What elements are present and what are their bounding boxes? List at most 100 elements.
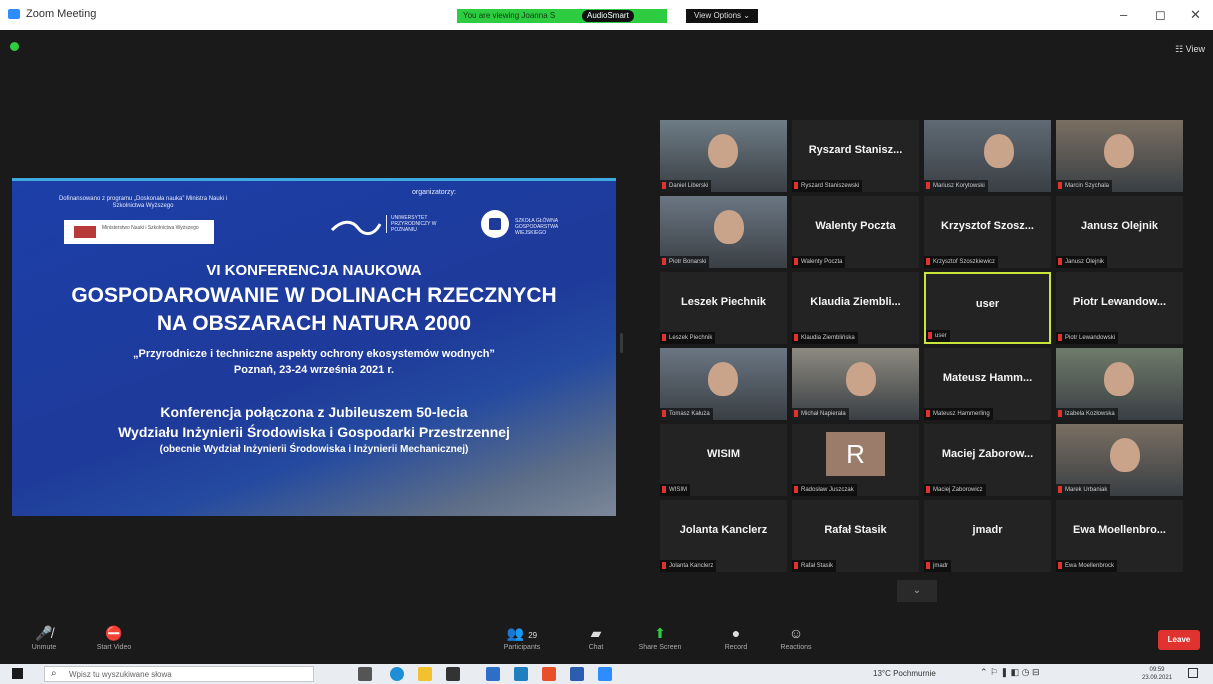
- participant-display-name: Ryszard Stanisz...: [808, 144, 903, 156]
- minimize-button[interactable]: –: [1120, 7, 1127, 22]
- search-placeholder: Wpisz tu wyszukiwane słowa: [69, 670, 172, 679]
- participant-name-label: Piotr Lewandowski: [1056, 332, 1119, 344]
- mic-muted-icon: [926, 181, 930, 189]
- unmute-label: Unmute: [31, 644, 57, 651]
- meeting-area: ☷ View Dofinansowano z programu „Doskona…: [0, 30, 1213, 620]
- store-icon[interactable]: [446, 667, 460, 681]
- participant-tile[interactable]: Klaudia Ziembli... Klaudia Ziemblińska: [792, 272, 919, 344]
- participant-tile[interactable]: Michał Napierała: [792, 348, 919, 420]
- participant-tile[interactable]: Piotr Bonarski: [660, 196, 787, 268]
- participant-tile[interactable]: Maciej Zaborow... Maciej Zaborowicz: [924, 424, 1051, 496]
- maximize-button[interactable]: ◻: [1155, 7, 1166, 23]
- title-bar: Zoom Meeting You are viewing Joanna S Au…: [0, 0, 1213, 30]
- taskbar-search-box[interactable]: ⌕ Wpisz tu wyszukiwane słowa: [44, 666, 314, 682]
- chat-icon: ▰: [590, 625, 602, 641]
- organizers-label: organizatorzy:: [412, 189, 456, 196]
- mic-muted-icon: [662, 561, 666, 569]
- participant-name-text: Janusz Olejnik: [1065, 259, 1105, 265]
- participant-tile[interactable]: Mariusz Korytowski: [924, 120, 1051, 192]
- audiosmart-badge[interactable]: AudioSmart: [582, 10, 634, 22]
- security-shield-icon[interactable]: [10, 42, 19, 51]
- participant-tile[interactable]: Daniel Liberski: [660, 120, 787, 192]
- zoom-logo-icon: [8, 9, 20, 19]
- participant-tile[interactable]: R Radosław Juszczak: [792, 424, 919, 496]
- system-tray-icons[interactable]: ⌃ ⚐ ❚ ◧ ◷ ⊟: [980, 667, 1040, 678]
- chat-button[interactable]: ▰ Chat: [566, 624, 626, 651]
- participant-name-label: Radosław Juszczak: [792, 484, 857, 496]
- taskbar-clock[interactable]: 09:59 23.09.2021: [1142, 666, 1172, 682]
- participant-avatar-letter: R: [826, 432, 885, 476]
- outlook-icon[interactable]: [570, 667, 584, 681]
- participant-name-text: Jolanta Kanclerz: [669, 563, 714, 569]
- windows-start-icon[interactable]: [12, 668, 23, 679]
- mic-muted-icon: [662, 333, 666, 341]
- mic-muted-icon: [926, 257, 930, 265]
- mic-muted-icon: [926, 561, 930, 569]
- mail-icon[interactable]: [514, 667, 528, 681]
- slide-title-line1: GOSPODAROWANIE W DOLINACH RZECZNYCH: [71, 284, 557, 307]
- reactions-icon: ☺: [788, 625, 804, 641]
- weather-widget[interactable]: 13°C Pochmurnie: [873, 669, 936, 678]
- participant-tile[interactable]: Marcin Szychala: [1056, 120, 1183, 192]
- slide-jubilee-line1: Konferencja połączona z Jubileuszem 50-l…: [160, 404, 468, 420]
- participant-display-name: Klaudia Ziembli...: [810, 296, 901, 308]
- participant-tile[interactable]: Tomasz Kałuża: [660, 348, 787, 420]
- slide-subtitle: „Przyrodnicze i techniczne aspekty ochro…: [133, 348, 495, 360]
- edge-browser-icon[interactable]: [390, 667, 404, 681]
- participant-tile[interactable]: user user: [924, 272, 1051, 344]
- app-icon-blue[interactable]: [486, 667, 500, 681]
- record-button[interactable]: ● Record: [706, 624, 766, 651]
- microphone-muted-icon: 🎤̸: [35, 625, 53, 641]
- unmute-button[interactable]: 🎤̸ Unmute: [14, 624, 74, 651]
- share-screen-label: Share Screen: [638, 644, 682, 651]
- participant-tile[interactable]: Mateusz Hamm... Mateusz Hammerling: [924, 348, 1051, 420]
- close-button[interactable]: ✕: [1190, 7, 1201, 23]
- participant-face: [846, 362, 876, 396]
- share-screen-button[interactable]: ⬆ Share Screen: [630, 624, 690, 651]
- participant-tile[interactable]: WISIM WISIM: [660, 424, 787, 496]
- file-explorer-icon[interactable]: [418, 667, 432, 681]
- notifications-icon[interactable]: [1188, 668, 1198, 678]
- participant-tile[interactable]: Ewa Moellenbro... Ewa Moellenbrock: [1056, 500, 1183, 572]
- participant-name-label: WISIM: [660, 484, 690, 496]
- gallery-next-page-button[interactable]: ⌄: [897, 580, 937, 602]
- task-view-icon[interactable]: [358, 667, 372, 681]
- participant-display-name: Ewa Moellenbro...: [1073, 524, 1166, 536]
- participant-tile[interactable]: Leszek Piechnik Leszek Piechnik: [660, 272, 787, 344]
- participant-tile[interactable]: Krzysztof Szosz... Krzysztof Szoszkiewicz: [924, 196, 1051, 268]
- participant-tile[interactable]: Marek Urbaniak: [1056, 424, 1183, 496]
- mic-muted-icon: [794, 333, 798, 341]
- reactions-button[interactable]: ☺ Reactions: [766, 624, 826, 651]
- participant-display-name: Leszek Piechnik: [681, 296, 766, 308]
- view-layout-button[interactable]: ☷ View: [1175, 44, 1205, 55]
- participant-face: [984, 134, 1014, 168]
- university-name: UNIWERSYTET PRZYRODNICZY W POZNANIU: [386, 215, 451, 233]
- university-logo-icon: [330, 220, 382, 235]
- participants-button[interactable]: 👥 29 Participants: [492, 624, 552, 651]
- participant-tile[interactable]: Ryszard Stanisz... Ryszard Staniszewski: [792, 120, 919, 192]
- participant-tile[interactable]: Izabela Kozłowska: [1056, 348, 1183, 420]
- zoom-taskbar-icon[interactable]: [598, 667, 612, 681]
- panel-resize-handle[interactable]: [620, 333, 623, 353]
- participant-name-label: Marcin Szychala: [1056, 180, 1113, 192]
- participant-display-name: Janusz Olejnik: [1080, 220, 1159, 232]
- mic-muted-icon: [1058, 181, 1062, 189]
- leave-button[interactable]: Leave: [1158, 630, 1200, 650]
- office-icon[interactable]: [542, 667, 556, 681]
- start-video-button[interactable]: ⛔ Start Video: [84, 624, 144, 651]
- participant-tile[interactable]: Janusz Olejnik Janusz Olejnik: [1056, 196, 1183, 268]
- participant-face: [714, 210, 744, 244]
- view-options-button[interactable]: View Options ⌄: [686, 9, 758, 23]
- participant-name-label: Daniel Liberski: [660, 180, 712, 192]
- participant-tile[interactable]: Rafał Stasik Rafał Stasik: [792, 500, 919, 572]
- meeting-toolbar: 🎤̸ Unmute ⛔ Start Video 👥 29 Participant…: [0, 620, 1213, 664]
- participant-tile[interactable]: Walenty Poczta Walenty Poczta: [792, 196, 919, 268]
- participant-name-label: Jolanta Kanclerz: [660, 560, 717, 572]
- participant-name-text: Michał Napierała: [801, 411, 846, 417]
- participant-tile[interactable]: Jolanta Kanclerz Jolanta Kanclerz: [660, 500, 787, 572]
- participant-tile[interactable]: Piotr Lewandow... Piotr Lewandowski: [1056, 272, 1183, 344]
- mic-muted-icon: [662, 409, 666, 417]
- sggw-eagle-logo-icon: [481, 210, 509, 238]
- participant-name-text: Daniel Liberski: [669, 183, 709, 189]
- participant-tile[interactable]: jmadr jmadr: [924, 500, 1051, 572]
